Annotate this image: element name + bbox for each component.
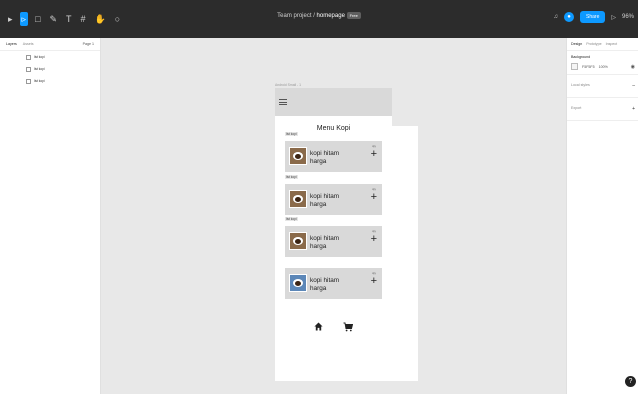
tab-layers[interactable]: Layers [6,42,17,46]
coffee-price: harga [310,243,327,250]
add-icon[interactable]: + [371,149,377,160]
coffee-thumbnail [289,232,307,250]
layer-label: list kopi [34,67,45,71]
coffee-name: kopi hitam [310,235,340,242]
layer-label: list kopi [34,79,45,83]
coffee-thumbnail [289,190,307,208]
add-icon[interactable]: + [371,192,377,203]
eye-icon[interactable]: ◉ [631,64,635,70]
card-label: list kopi [285,217,298,221]
home-icon[interactable] [314,322,323,335]
card-label: list kopi [285,132,298,136]
card-label: list kopi [285,175,298,179]
group-icon [26,54,31,60]
menu-title: Menu Kopi [316,125,351,132]
coffee-price: harga [310,201,327,208]
background-opacity[interactable]: 100% [599,65,608,69]
background-section: Background F5F5F5 100% ◉ [567,51,638,75]
local-styles-section[interactable]: Local styles – [567,75,638,98]
frame-label[interactable]: Android Small - 1 [275,83,301,87]
group-icon [26,78,31,84]
coffee-card[interactable]: kopi hitam harga qty + [285,184,382,215]
file-title[interactable]: Team project / homepage Free [0,12,638,20]
layer-item[interactable]: list kopi [0,51,100,63]
coffee-thumbnail [289,147,307,165]
title-separator: / [313,13,315,20]
toolbar-right: ♫ ● Share ▷ 96% [554,11,634,23]
layers-panel-header: Layers Assets Page 1 [0,38,100,51]
layer-item[interactable]: list kopi [0,63,100,75]
coffee-name: kopi hitam [310,150,340,157]
help-button[interactable]: ? [625,376,636,387]
coffee-name: kopi hitam [310,193,340,200]
add-icon[interactable]: + [371,234,377,245]
tab-prototype[interactable]: Prototype [586,42,601,46]
cart-icon[interactable] [343,322,354,335]
layers-panel: Layers Assets Page 1 list kopi list kopi… [0,38,418,394]
export-section[interactable]: Export + [567,98,638,121]
plus-icon[interactable]: + [632,106,635,112]
background-label: Background [571,55,591,59]
background-row[interactable]: F5F5F5 100% ◉ [571,63,635,70]
coffee-price: harga [310,285,327,292]
page-selector[interactable]: Page 1 [83,42,94,46]
android-frame[interactable]: Menu Kopi list kopi kopi hitam harga qty… [275,88,392,343]
file-name[interactable]: homepage [317,13,345,19]
app-header [275,88,392,116]
design-panel: Design Prototype Inspect Background F5F5… [566,38,638,394]
coffee-card[interactable]: kopi hitam harga qty + [285,141,382,172]
coffee-thumbnail [289,274,307,292]
export-label: Export [571,106,582,110]
zoom-level[interactable]: 96% [622,14,634,20]
play-icon[interactable]: ▷ [611,14,616,21]
background-swatch[interactable] [571,63,578,70]
tab-design[interactable]: Design [571,42,582,46]
plan-badge: Free [346,12,361,19]
layer-item[interactable]: list kopi [0,75,100,87]
group-icon [26,66,31,72]
tab-assets[interactable]: Assets [23,42,34,46]
top-toolbar: ▸ ▹ □ ✎ T # ✋ ○ Team project / homepage … [0,0,638,38]
coffee-card[interactable]: kopi hitam harga qty + [285,226,382,257]
background-hex[interactable]: F5F5F5 [582,65,595,69]
headphones-icon[interactable]: ♫ [554,14,559,20]
layer-label: list kopi [34,55,45,59]
avatar[interactable]: ● [564,12,575,22]
bottom-nav [275,322,392,335]
design-panel-tabs: Design Prototype Inspect [567,38,638,51]
local-styles-label: Local styles [571,83,590,87]
coffee-card[interactable]: kopi hitam harga qty + [285,268,382,299]
add-icon[interactable]: + [371,276,377,287]
coffee-price: harga [310,158,327,165]
tab-inspect[interactable]: Inspect [606,42,618,46]
coffee-name: kopi hitam [310,277,340,284]
share-button[interactable]: Share [580,11,606,23]
minus-icon[interactable]: – [632,83,635,89]
hamburger-menu-icon[interactable] [279,99,287,107]
project-name[interactable]: Team project [277,13,311,19]
